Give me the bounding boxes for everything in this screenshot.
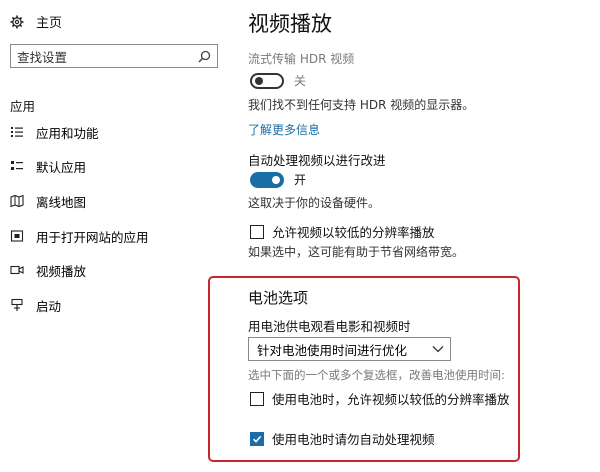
toggle-knob bbox=[272, 175, 280, 184]
battery-heading: 电池选项 bbox=[248, 289, 309, 307]
home-label: 主页 bbox=[36, 16, 63, 31]
sidebar-item-label: 启动 bbox=[36, 298, 62, 314]
battery-no-auto-process-option[interactable]: 使用电池时请勿自动处理视频 bbox=[250, 429, 435, 448]
sidebar-item-label: 离线地图 bbox=[36, 194, 87, 210]
offline-maps-icon bbox=[10, 194, 24, 208]
video-playback-icon bbox=[10, 263, 24, 277]
sidebar-item-apps-for-websites[interactable]: 用于打开网站的应用 bbox=[10, 225, 149, 247]
low-res-option[interactable]: 允许视频以较低的分辨率播放 bbox=[250, 222, 435, 241]
search-icon[interactable] bbox=[198, 50, 211, 63]
auto-process-toggle-row: 开 bbox=[250, 171, 306, 188]
hdr-heading: 流式传输 HDR 视频 bbox=[248, 52, 355, 66]
sidebar-item-startup[interactable]: 启动 bbox=[10, 294, 61, 316]
sidebar-item-label: 用于打开网站的应用 bbox=[36, 229, 149, 245]
battery-low-res-label: 使用电池时，允许视频以较低的分辨率播放 bbox=[272, 392, 510, 407]
gear-icon bbox=[10, 15, 24, 29]
checkmark-icon bbox=[252, 435, 262, 443]
battery-no-auto-process-checkbox[interactable] bbox=[250, 431, 264, 446]
auto-process-toggle-state: 开 bbox=[294, 173, 307, 187]
toggle-knob bbox=[255, 76, 263, 85]
search-box[interactable] bbox=[10, 44, 218, 68]
battery-low-res-checkbox[interactable] bbox=[250, 391, 264, 406]
page-title: 视频播放 bbox=[248, 12, 332, 36]
low-res-note: 如果选中，这可能有助于节省网络带宽。 bbox=[248, 245, 465, 259]
low-res-label: 允许视频以较低的分辨率播放 bbox=[272, 225, 435, 240]
battery-subheading: 用电池供电观看电影和视频时 bbox=[248, 319, 411, 334]
low-res-checkbox[interactable] bbox=[250, 224, 264, 239]
sidebar-item-default-apps[interactable]: 默认应用 bbox=[10, 155, 86, 177]
sidebar-home[interactable]: 主页 bbox=[10, 12, 62, 31]
sidebar-item-label: 默认应用 bbox=[36, 159, 87, 175]
search-input[interactable] bbox=[17, 48, 198, 64]
hdr-note: 我们找不到任何支持 HDR 视频的显示器。 bbox=[248, 98, 475, 112]
battery-mode-select[interactable]: 针对电池使用时间进行优化 bbox=[248, 337, 451, 361]
default-apps-icon bbox=[10, 159, 24, 173]
section-label: 应用 bbox=[10, 99, 36, 114]
auto-process-heading: 自动处理视频以进行改进 bbox=[248, 153, 386, 168]
apps-for-websites-icon bbox=[10, 229, 24, 243]
startup-icon bbox=[10, 298, 24, 312]
battery-no-auto-process-label: 使用电池时请勿自动处理视频 bbox=[272, 432, 435, 447]
hdr-toggle[interactable] bbox=[250, 72, 284, 89]
sidebar-item-label: 视频播放 bbox=[36, 263, 87, 279]
battery-mode-value: 针对电池使用时间进行优化 bbox=[257, 342, 408, 358]
battery-hint: 选中下面的一个或多个复选框，改善电池使用时间: bbox=[248, 368, 505, 382]
auto-process-note: 这取决于你的设备硬件。 bbox=[248, 196, 381, 210]
auto-process-toggle[interactable] bbox=[250, 171, 284, 188]
sidebar-item-video-playback[interactable]: 视频播放 bbox=[10, 259, 86, 281]
apps-list-icon bbox=[10, 125, 24, 139]
sidebar-item-offline-maps[interactable]: 离线地图 bbox=[10, 190, 86, 212]
hdr-toggle-state: 关 bbox=[294, 74, 307, 88]
battery-low-res-option[interactable]: 使用电池时，允许视频以较低的分辨率播放 bbox=[250, 389, 510, 408]
sidebar-item-label: 应用和功能 bbox=[36, 125, 99, 141]
sidebar-item-apps-features[interactable]: 应用和功能 bbox=[10, 121, 99, 143]
chevron-down-icon bbox=[432, 345, 444, 353]
learn-more-link[interactable]: 了解更多信息 bbox=[248, 121, 320, 138]
hdr-toggle-row: 关 bbox=[250, 72, 306, 89]
